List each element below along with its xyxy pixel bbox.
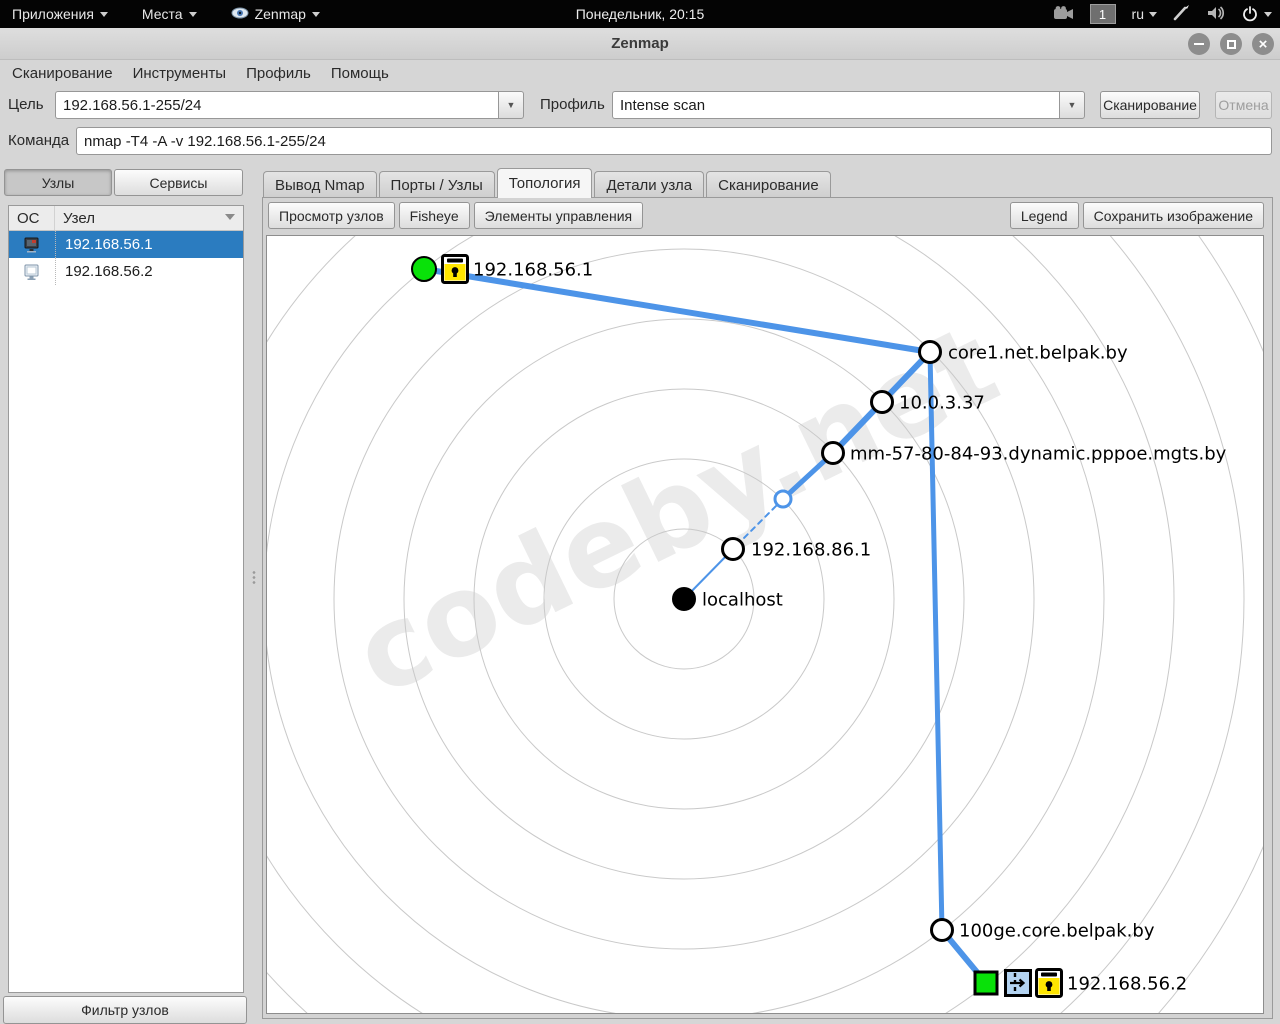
host-row[interactable]: 192.168.56.2: [9, 258, 243, 285]
scan-button[interactable]: Сканирование: [1100, 91, 1200, 119]
command-input[interactable]: [76, 127, 1272, 155]
tab-ports-hosts[interactable]: Порты / Узлы: [379, 171, 495, 198]
localhost-node-circle: [672, 587, 696, 611]
topology-node-192-168-86-1[interactable]: [721, 537, 745, 561]
window-titlebar[interactable]: Zenmap ×: [0, 28, 1280, 60]
node-label: 192.168.56.1: [473, 260, 593, 281]
command-label: Команда: [8, 132, 69, 149]
target-dropdown-button[interactable]: ▼: [498, 91, 524, 119]
host-node-circle: [930, 918, 954, 942]
legend-button[interactable]: Legend: [1010, 202, 1079, 229]
host-filter-button[interactable]: Фильтр узлов: [3, 996, 247, 1024]
topology-node-mm-57[interactable]: [821, 441, 845, 465]
firewall-icon: [1004, 969, 1032, 1002]
target-label: Цель: [8, 96, 44, 113]
tab-host-details[interactable]: Детали узла: [594, 171, 704, 198]
topology-node-core1[interactable]: [918, 340, 942, 364]
screencast-icon[interactable]: [1054, 6, 1074, 23]
host-list-header: ОС Узел: [9, 206, 243, 231]
profile-dropdown-button[interactable]: ▼: [1059, 91, 1085, 119]
chevron-down-icon: [1149, 12, 1157, 17]
hosts-viewer-button[interactable]: Просмотр узлов: [268, 202, 395, 229]
host-row[interactable]: 192.168.56.1: [9, 231, 243, 258]
maximize-button[interactable]: [1220, 33, 1242, 55]
chevron-down-icon: [1264, 12, 1272, 17]
tab-topology[interactable]: Топология: [497, 168, 593, 198]
host-node-circle: [918, 340, 942, 364]
minimize-icon: [1194, 43, 1204, 45]
topology-canvas[interactable]: codeby.net 192.168.56.1 core1.net.bel: [266, 235, 1264, 1014]
keyboard-layout-menu[interactable]: ru: [1132, 6, 1157, 22]
topology-node-192-168-56-1[interactable]: [411, 256, 437, 282]
profile-combo: ▼: [612, 91, 1085, 119]
tab-scans[interactable]: Сканирование: [706, 171, 831, 198]
menu-help[interactable]: Помощь: [321, 61, 399, 86]
topology-node-192-168-56-2[interactable]: [974, 971, 999, 996]
menu-tools[interactable]: Инструменты: [123, 61, 237, 86]
minimize-button[interactable]: [1188, 33, 1210, 55]
workspace-indicator[interactable]: 1: [1090, 4, 1116, 24]
node-label: 192.168.56.2: [1067, 974, 1187, 995]
host-node-circle: [870, 390, 894, 414]
host-node-circle: [721, 537, 745, 561]
close-icon: ×: [1259, 37, 1268, 52]
menu-profile[interactable]: Профиль: [236, 61, 321, 86]
target-combo: ▼: [55, 91, 524, 119]
save-image-button[interactable]: Сохранить изображение: [1083, 202, 1264, 229]
host-row-label: 192.168.56.2: [55, 258, 243, 285]
topology-node-unknown-hop[interactable]: [774, 490, 793, 509]
node-label: core1.net.belpak.by: [948, 343, 1128, 364]
host-list: ОС Узел 192.168.56.1 192.168.56.2: [8, 205, 244, 993]
target-input[interactable]: [55, 91, 498, 119]
window-title: Zenmap: [0, 35, 1280, 52]
profile-input[interactable]: [612, 91, 1059, 119]
node-label: 192.168.86.1: [751, 540, 871, 561]
hosts-toggle-button[interactable]: Узлы: [4, 169, 112, 196]
hop-node-circle: [774, 490, 793, 509]
tab-nmap-output[interactable]: Вывод Nmap: [263, 171, 377, 198]
desktop-panel: Приложения Места Zenmap Понедельник, 20:…: [0, 0, 1280, 28]
column-host-label: Узел: [63, 210, 95, 227]
profile-label: Профиль: [540, 96, 605, 113]
node-label: 100ge.core.belpak.by: [959, 921, 1154, 942]
padlock-icon: [1035, 968, 1063, 1003]
padlock-icon: [441, 254, 469, 289]
pane-splitter[interactable]: [247, 165, 262, 1024]
services-toggle-button[interactable]: Сервисы: [114, 169, 243, 196]
splitter-grip-icon: [252, 570, 256, 584]
node-label: localhost: [702, 590, 783, 611]
keyboard-layout-label: ru: [1132, 6, 1144, 22]
close-button[interactable]: ×: [1252, 33, 1274, 55]
column-host[interactable]: Узел: [55, 206, 243, 230]
os-windows-icon: [9, 237, 55, 253]
menubar: Сканирование Инструменты Профиль Помощь: [0, 60, 1280, 87]
power-menu[interactable]: [1242, 6, 1272, 22]
scan-toolbar: Цель ▼ Профиль ▼ Сканирование Отмена: [0, 91, 1280, 119]
command-toolbar: Команда: [0, 127, 1280, 155]
volume-icon[interactable]: [1207, 5, 1226, 24]
node-label: mm-57-80-84-93.dynamic.pppoe.mgts.by: [850, 444, 1226, 465]
menu-scan[interactable]: Сканирование: [2, 61, 123, 86]
host-node-green-circle: [411, 256, 437, 282]
topology-node-100ge[interactable]: [930, 918, 954, 942]
topology-node-10-0-3-37[interactable]: [870, 390, 894, 414]
column-os[interactable]: ОС: [9, 206, 55, 230]
cancel-button[interactable]: Отмена: [1215, 91, 1272, 119]
topology-node-localhost[interactable]: [672, 587, 696, 611]
host-row-label: 192.168.56.1: [55, 231, 243, 258]
controls-button[interactable]: Элементы управления: [474, 202, 643, 229]
router-node-green-square: [974, 971, 999, 996]
result-tabs: Вывод Nmap Порты / Узлы Топология Детали…: [263, 168, 833, 198]
node-label: 10.0.3.37: [899, 393, 985, 414]
os-generic-icon: [9, 264, 55, 280]
tablet-pen-icon[interactable]: [1173, 5, 1191, 24]
maximize-icon: [1227, 40, 1236, 49]
traceroute-edges: [424, 269, 986, 983]
host-node-circle: [821, 441, 845, 465]
fisheye-button[interactable]: Fisheye: [399, 202, 470, 229]
sort-desc-icon: [225, 214, 235, 220]
